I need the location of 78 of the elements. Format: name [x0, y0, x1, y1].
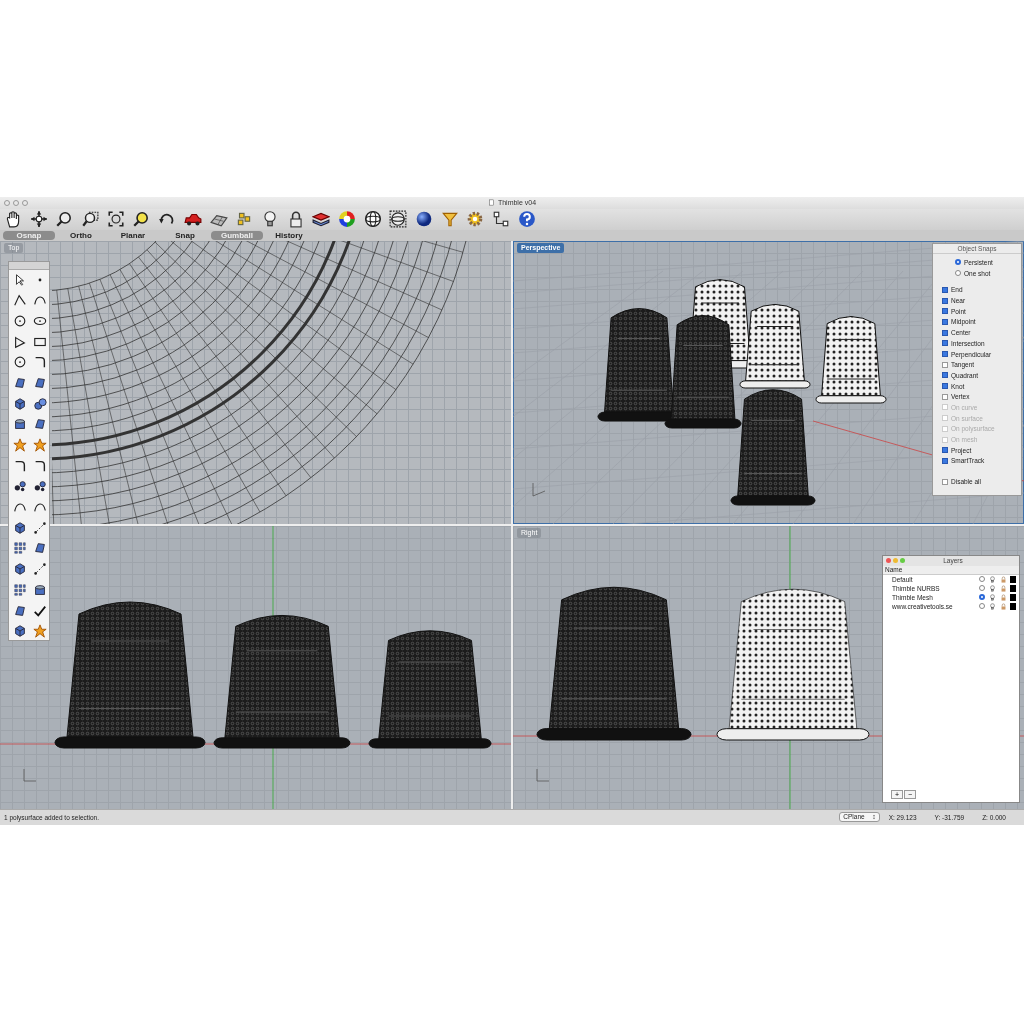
checkbox[interactable]: [942, 351, 948, 357]
fillet-icon[interactable]: [33, 355, 47, 370]
checkbox[interactable]: [942, 447, 948, 454]
circle-icon[interactable]: [13, 355, 27, 370]
checkmark-icon[interactable]: [33, 603, 47, 618]
lightbulb-icon[interactable]: [989, 584, 996, 592]
lightbulb-icon[interactable]: [989, 593, 996, 601]
checkbox[interactable]: [942, 393, 948, 400]
dotted-line-icon[interactable]: [33, 520, 47, 535]
magnifier-icon[interactable]: [81, 210, 100, 229]
cursor-icon[interactable]: [13, 272, 27, 287]
surface-icon[interactable]: [33, 541, 47, 556]
axis-icon: [536, 768, 550, 781]
polyline-icon[interactable]: [13, 293, 27, 308]
lightbulb-icon[interactable]: [989, 602, 996, 610]
wireframe-sphere-icon[interactable]: [389, 210, 408, 229]
toggle-button[interactable]: Snap: [159, 230, 211, 240]
checkbox[interactable]: [942, 457, 948, 464]
radio-button[interactable]: [955, 259, 961, 266]
frame-corners-icon[interactable]: [106, 210, 125, 229]
sphere-icon[interactable]: [415, 210, 433, 229]
box-icon[interactable]: [13, 562, 27, 577]
wireframe-sphere-icon[interactable]: [363, 210, 382, 229]
help-icon[interactable]: [517, 210, 536, 229]
checkbox[interactable]: [942, 361, 948, 368]
spheres-icon[interactable]: [13, 479, 27, 494]
current-layer-radio[interactable]: [979, 594, 985, 601]
box-icon[interactable]: [13, 624, 27, 639]
checkbox[interactable]: [942, 297, 948, 304]
lightbulb-icon[interactable]: [989, 575, 996, 583]
connector-icon[interactable]: [492, 210, 511, 229]
fillet-icon[interactable]: [13, 458, 27, 473]
axis-icon: [532, 482, 546, 496]
cylinder-icon[interactable]: [33, 582, 47, 597]
checkbox[interactable]: [942, 372, 948, 379]
checkbox[interactable]: [942, 383, 948, 390]
magnifier-icon[interactable]: [132, 210, 151, 229]
color-swatch[interactable]: [1010, 602, 1016, 610]
color-swatch[interactable]: [1010, 593, 1016, 601]
checkbox[interactable]: [942, 478, 948, 485]
checkbox[interactable]: [942, 318, 948, 325]
box-icon[interactable]: [13, 520, 27, 535]
dropdown-arrows-icon: [870, 814, 877, 821]
checkbox[interactable]: [942, 329, 948, 336]
spheres-icon[interactable]: [33, 396, 47, 411]
axis-icon: [23, 768, 37, 781]
toggle-button[interactable]: History: [263, 230, 315, 240]
triangle-icon[interactable]: [13, 334, 27, 349]
grid-icon[interactable]: [13, 582, 27, 597]
cylinder-icon[interactable]: [13, 417, 27, 432]
dotted-line-icon[interactable]: [33, 562, 47, 577]
checkbox[interactable]: [942, 340, 948, 347]
surface-icon[interactable]: [13, 603, 27, 618]
surface-icon[interactable]: [13, 375, 27, 390]
surface-icon[interactable]: [33, 417, 47, 432]
layers-icon[interactable]: [312, 210, 331, 229]
surface-icon[interactable]: [33, 375, 47, 390]
circle-icon[interactable]: [13, 313, 27, 328]
burst-icon[interactable]: [33, 624, 47, 639]
move-arrows-icon[interactable]: [29, 210, 48, 229]
fillet-icon[interactable]: [33, 458, 47, 473]
checkbox[interactable]: [942, 286, 948, 293]
grid-icon[interactable]: [13, 541, 27, 556]
radio-button[interactable]: [955, 270, 961, 277]
magnifier-icon[interactable]: [55, 210, 74, 229]
color-swatch[interactable]: [1010, 575, 1016, 583]
toggle-button[interactable]: Ortho: [55, 230, 107, 240]
close-button[interactable]: [886, 558, 891, 564]
toggle-button[interactable]: Planar: [107, 230, 159, 240]
burst-icon[interactable]: [13, 438, 27, 453]
spheres-icon[interactable]: [33, 479, 47, 494]
checkbox[interactable]: [942, 308, 948, 315]
burst-icon[interactable]: [33, 438, 47, 453]
color-wheel-icon[interactable]: [337, 210, 356, 229]
viewport[interactable]: [0, 525, 511, 809]
color-swatch[interactable]: [1010, 584, 1016, 592]
box-icon[interactable]: [13, 396, 27, 411]
hand-icon[interactable]: [4, 210, 22, 229]
